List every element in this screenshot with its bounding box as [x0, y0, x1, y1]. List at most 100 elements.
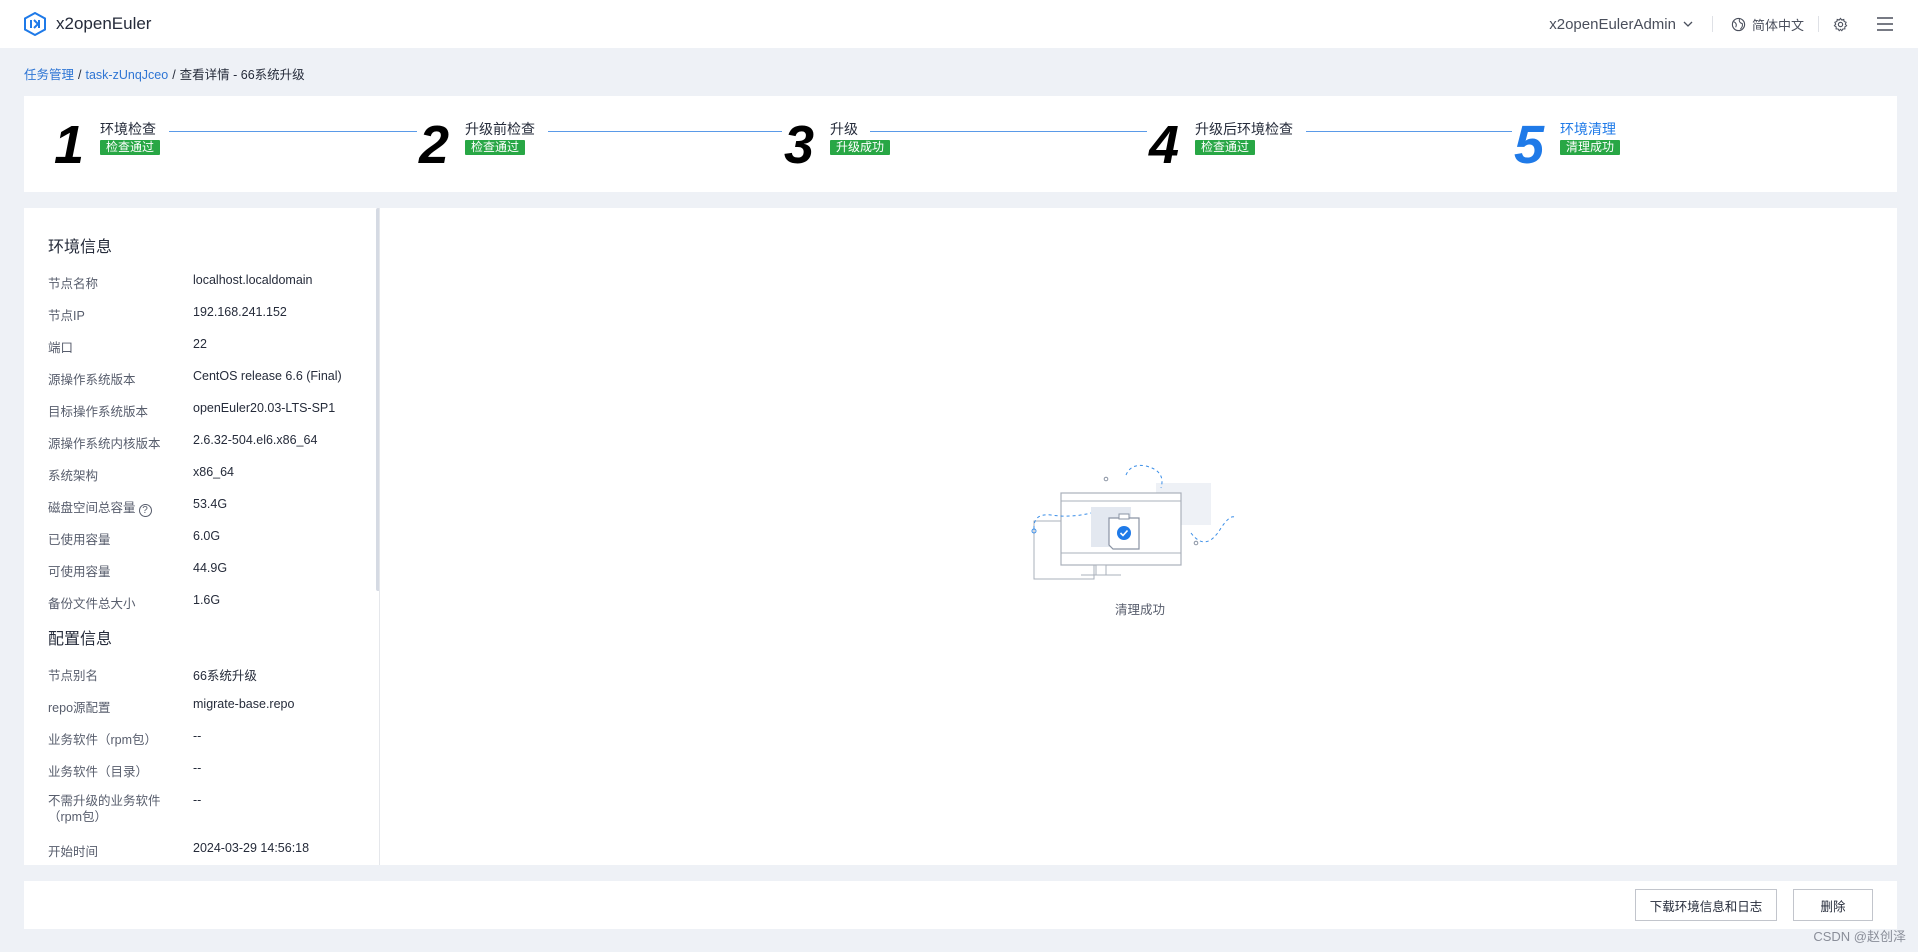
- info-key: 可使用容量: [48, 565, 111, 579]
- info-value: 44.9G: [193, 561, 228, 575]
- info-row: 节点别名 66系统升级: [48, 665, 368, 684]
- info-row: 系统架构 x86_64: [48, 465, 368, 484]
- info-value: localhost.localdomain: [193, 273, 313, 287]
- step-title: 升级前检查: [465, 121, 535, 137]
- info-value: openEuler20.03-LTS-SP1: [193, 401, 336, 415]
- app-logo[interactable]: x2openEuler: [24, 12, 151, 36]
- step-number: 2: [419, 115, 450, 175]
- info-key: 磁盘空间总容量: [48, 501, 136, 515]
- main-panel: 环境信息 节点名称 localhost.localdomain 节点IP 192.1…: [24, 208, 1897, 865]
- step-number: 5: [1514, 115, 1545, 175]
- info-row: 源操作系统内核版本 2.6.32-504.el6.x86_64: [48, 433, 368, 452]
- info-key: 备份文件总大小: [48, 597, 136, 611]
- step-connector: [870, 131, 1147, 132]
- info-row: 节点IP 192.168.241.152: [48, 305, 368, 324]
- info-key: 业务软件（目录）: [48, 765, 149, 779]
- config-info-title: 配置信息: [48, 631, 113, 648]
- info-key: 业务软件（rpm包）: [48, 733, 158, 747]
- globe-icon: [1731, 17, 1746, 31]
- info-key: 开始时间: [48, 845, 99, 859]
- breadcrumb-separator: /: [172, 68, 176, 82]
- delete-button[interactable]: 删除: [1793, 889, 1873, 921]
- info-key: 不需升级的业务软件 （rpm包）: [48, 793, 193, 825]
- info-row: repo源配置 migrate-base.repo: [48, 697, 368, 716]
- info-row: 开始时间 2024-03-29 14:56:18: [48, 841, 368, 860]
- info-value: 192.168.241.152: [193, 305, 287, 319]
- info-key: 节点名称: [48, 277, 99, 291]
- step-post-upgrade-check: 4 升级后环境检查 检查通过: [1149, 115, 1293, 175]
- cleanup-success-illustration-icon: [1031, 464, 1237, 580]
- step-connector: [548, 131, 782, 132]
- top-header: x2openEuler x2openEulerAdmin 简体中文: [0, 0, 1918, 48]
- info-key-line: （rpm包）: [48, 810, 108, 824]
- info-value: CentOS release 6.6 (Final): [193, 369, 342, 383]
- info-row: 备份文件总大小 1.6G: [48, 593, 368, 612]
- info-value: --: [193, 793, 202, 807]
- info-key: 源操作系统版本: [48, 373, 136, 387]
- info-row: 节点名称 localhost.localdomain: [48, 273, 368, 292]
- info-row: 已使用容量 6.0G: [48, 529, 368, 548]
- info-key: repo源配置: [48, 701, 111, 715]
- step-pre-upgrade-check: 2 升级前检查 检查通过: [419, 115, 535, 175]
- info-key: 节点IP: [48, 309, 85, 323]
- info-panel[interactable]: 环境信息 节点名称 localhost.localdomain 节点IP 192.1…: [24, 208, 379, 865]
- language-label: 简体中文: [1751, 17, 1804, 33]
- step-title: 环境检查: [100, 121, 156, 137]
- step-connector: [1306, 131, 1512, 132]
- info-value: 2.6.32-504.el6.x86_64: [193, 433, 318, 447]
- info-row: 目标操作系统版本 openEuler20.03-LTS-SP1: [48, 401, 368, 420]
- step-connector: [169, 131, 417, 132]
- download-env-log-button[interactable]: 下载环境信息和日志: [1635, 889, 1777, 921]
- app-title: x2openEuler: [56, 14, 152, 33]
- action-footer: 下载环境信息和日志 删除: [24, 881, 1897, 929]
- info-value: 2024-03-29 14:56:18: [193, 841, 310, 855]
- result-message: 清理成功: [1114, 603, 1165, 617]
- info-key-with-help: 磁盘空间总容量?: [48, 497, 193, 517]
- chevron-down-icon: [1683, 21, 1693, 27]
- info-value: --: [193, 761, 202, 775]
- info-row: 源操作系统版本 CentOS release 6.6 (Final): [48, 369, 368, 388]
- step-number: 1: [54, 115, 85, 175]
- step-upgrade: 3 升级 升级成功: [784, 115, 891, 175]
- info-key: 目标操作系统版本: [48, 405, 149, 419]
- user-name: x2openEulerAdmin: [1549, 15, 1676, 33]
- breadcrumb: 任务管理 / task-zUnqJceo / 查看详情 - 66系统升级: [24, 64, 305, 83]
- step-number: 4: [1149, 115, 1180, 175]
- breadcrumb-task-management[interactable]: 任务管理: [24, 68, 74, 82]
- info-key: 源操作系统内核版本: [48, 437, 161, 451]
- help-icon[interactable]: ?: [138, 504, 152, 517]
- progress-steps: 1 环境检查 检查通过 2 升级前检查 检查通过 3 升级 升级成功 4 升级后…: [24, 96, 1897, 192]
- info-value: x86_64: [193, 465, 235, 479]
- info-key-line: 不需升级的业务软件: [48, 794, 161, 808]
- info-key: 已使用容量: [48, 533, 111, 547]
- info-row: 业务软件（目录） --: [48, 761, 368, 780]
- step-status-badge: 升级成功: [830, 140, 891, 155]
- breadcrumb-separator: /: [78, 68, 82, 82]
- breadcrumb-task[interactable]: task-zUnqJceo: [86, 68, 169, 82]
- info-row: 可使用容量 44.9G: [48, 561, 368, 580]
- info-value: 6.0G: [193, 529, 221, 543]
- step-number: 3: [784, 115, 815, 175]
- step-status-badge: 检查通过: [1195, 140, 1256, 155]
- info-value: migrate-base.repo: [193, 697, 295, 711]
- step-status-badge: 检查通过: [100, 140, 161, 155]
- info-value: --: [193, 729, 202, 743]
- env-info-title: 环境信息: [48, 239, 113, 256]
- info-key: 节点别名: [48, 669, 99, 683]
- language-switch[interactable]: 简体中文: [1713, 15, 1818, 34]
- x2openeuler-logo-icon: [24, 12, 46, 36]
- info-key: 系统架构: [48, 469, 99, 483]
- settings-button[interactable]: [1819, 17, 1862, 32]
- step-status-badge: 检查通过: [465, 140, 526, 155]
- step-env-cleanup: 5 环境清理 清理成功: [1514, 115, 1621, 175]
- user-menu[interactable]: x2openEulerAdmin: [1531, 16, 1712, 33]
- menu-button[interactable]: [1862, 16, 1894, 32]
- hamburger-menu-icon: [1877, 17, 1893, 31]
- info-value: 53.4G: [193, 497, 228, 511]
- breadcrumb-current: 查看详情 - 66系统升级: [179, 68, 305, 82]
- info-value: 22: [193, 337, 207, 351]
- info-row: 不需升级的业务软件 （rpm包） --: [48, 793, 368, 825]
- step-title: 升级后环境检查: [1195, 121, 1293, 137]
- csdn-watermark: CSDN @赵创泽: [1813, 929, 1906, 944]
- result-area: 清理成功: [380, 208, 1897, 865]
